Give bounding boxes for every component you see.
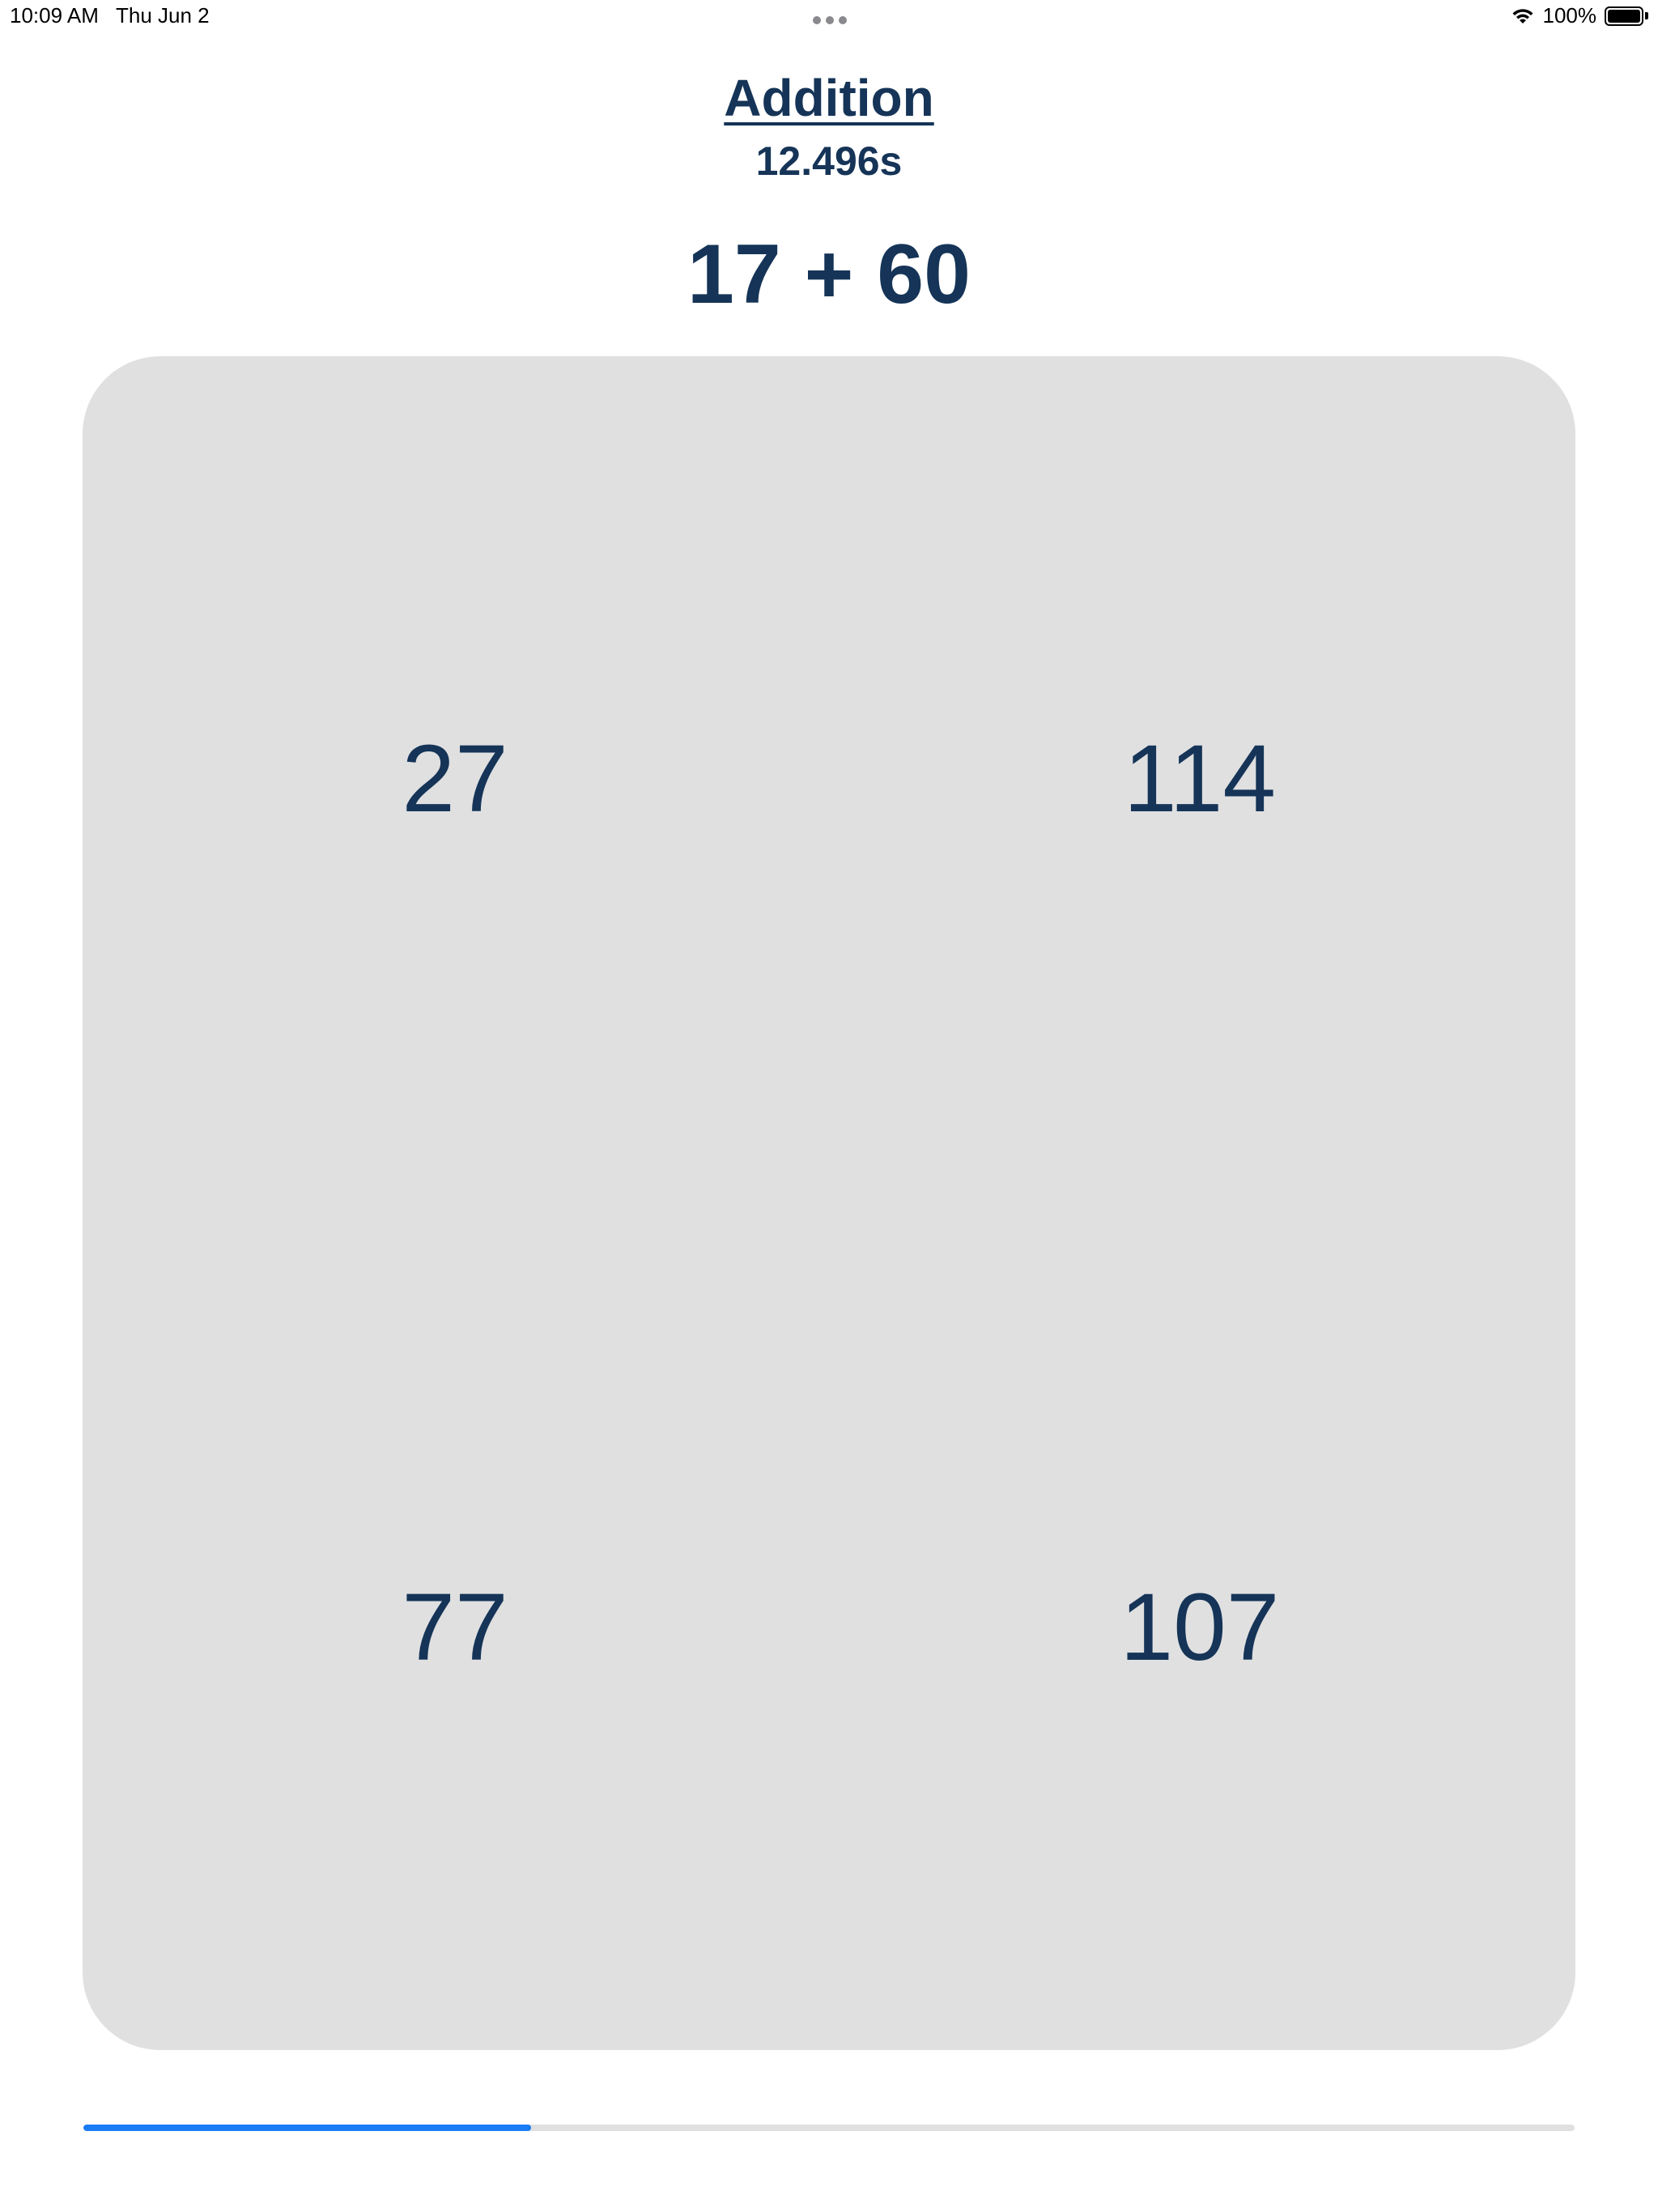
- status-time: 10:09 AM: [10, 3, 99, 28]
- progress-bar: [83, 2125, 1575, 2131]
- status-date: Thu Jun 2: [116, 3, 210, 28]
- status-indicators: 100%: [1511, 3, 1648, 28]
- multitasking-dots-icon[interactable]: [813, 16, 847, 24]
- answer-option-4[interactable]: 107: [1038, 1571, 1362, 1684]
- answer-option-1[interactable]: 27: [293, 722, 617, 836]
- answer-option-3[interactable]: 77: [293, 1571, 617, 1684]
- quiz-title: Addition: [724, 69, 934, 127]
- wifi-icon: [1511, 7, 1535, 25]
- quiz-timer: 12.496s: [755, 138, 903, 184]
- answer-option-2[interactable]: 114: [1038, 722, 1362, 836]
- status-bar: 10:09 AM Thu Jun 2 100%: [0, 0, 1658, 36]
- battery-percent: 100%: [1542, 3, 1597, 28]
- battery-icon: [1605, 6, 1648, 26]
- answers-panel: 27 114 77 107: [83, 356, 1575, 2050]
- progress-fill: [83, 2125, 531, 2131]
- question-text: 17 + 60: [687, 228, 971, 321]
